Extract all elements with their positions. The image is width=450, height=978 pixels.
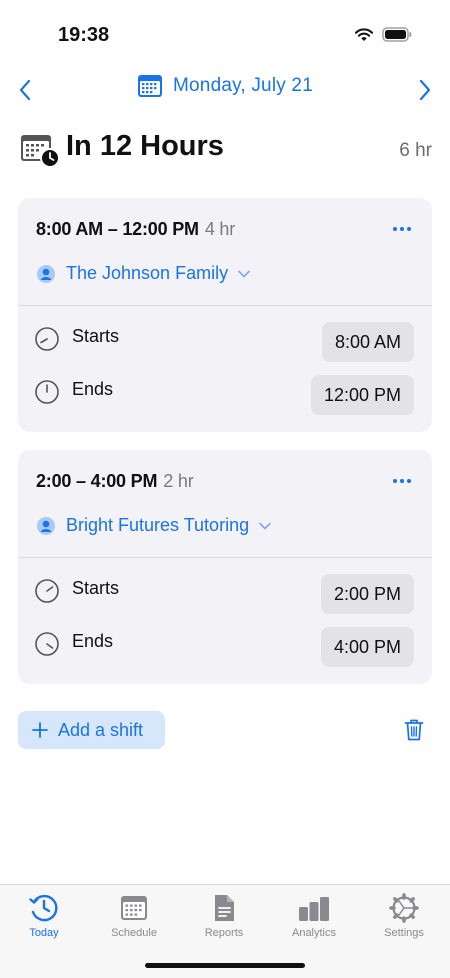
end-time-button[interactable]: 12:00 PM bbox=[310, 375, 414, 415]
more-dot bbox=[393, 479, 397, 483]
start-row: Starts 2:00 PM bbox=[18, 564, 432, 617]
summary-total-hours: 6 hr bbox=[399, 140, 432, 161]
clock-icon bbox=[35, 327, 59, 351]
bar-chart-icon bbox=[299, 897, 329, 921]
shift-card: 8:00 AM – 12:00 PM 4 hr The Johnson Famil… bbox=[18, 198, 432, 432]
more-options-button[interactable] bbox=[390, 220, 414, 238]
clock-icon bbox=[35, 380, 59, 404]
more-dot bbox=[400, 227, 404, 231]
start-time-button[interactable]: 8:00 AM bbox=[321, 322, 414, 362]
client-selector[interactable]: Bright Futures Tutoring bbox=[36, 515, 271, 536]
next-day-button[interactable] bbox=[413, 76, 437, 104]
shift-duration: 4 hr bbox=[204, 219, 236, 239]
date-picker-button[interactable]: Monday, July 21 bbox=[0, 74, 450, 98]
tab-label: Analytics bbox=[291, 927, 337, 939]
start-label: Starts bbox=[72, 326, 120, 346]
calendar-icon bbox=[121, 896, 147, 920]
chevron-down-icon bbox=[259, 522, 271, 529]
more-dot bbox=[393, 227, 397, 231]
more-dot bbox=[407, 227, 411, 231]
tab-reports[interactable]: Reports bbox=[184, 893, 264, 939]
home-indicator bbox=[145, 963, 305, 968]
shift-range: 2:00 – 4:00 PM 2 hr bbox=[36, 471, 194, 492]
end-time-button[interactable]: 4:00 PM bbox=[320, 627, 414, 667]
person-circle-icon bbox=[37, 264, 55, 283]
status-bar: 19:38 bbox=[0, 0, 450, 60]
more-dot bbox=[400, 479, 404, 483]
status-time: 19:38 bbox=[58, 24, 110, 46]
shift-time-range: 8:00 AM – 12:00 PM bbox=[36, 219, 199, 239]
clock-arrows-icon bbox=[29, 894, 58, 922]
client-name: The Johnson Family bbox=[66, 263, 229, 283]
tab-analytics[interactable]: Analytics bbox=[274, 893, 354, 939]
end-row: Ends 4:00 PM bbox=[18, 617, 432, 670]
tab-label: Settings bbox=[384, 927, 424, 939]
add-shift-label: Add a shift bbox=[58, 719, 144, 740]
date-navigation: Monday, July 21 bbox=[0, 70, 450, 110]
tab-label: Today bbox=[29, 927, 59, 939]
delete-button[interactable] bbox=[404, 718, 424, 747]
battery-icon bbox=[382, 27, 412, 42]
end-label: Ends bbox=[72, 379, 114, 399]
plus-icon bbox=[32, 722, 48, 738]
shift-card: 2:00 – 4:00 PM 2 hr Bright Futures Tutori… bbox=[18, 450, 432, 684]
clock-icon bbox=[35, 579, 59, 603]
trash-icon bbox=[404, 719, 424, 741]
tab-schedule[interactable]: Schedule bbox=[94, 893, 174, 939]
end-label: Ends bbox=[72, 631, 114, 651]
day-summary: In 12 Hours 6 hr bbox=[20, 128, 432, 172]
tab-settings[interactable]: Settings bbox=[364, 893, 444, 939]
end-row: Ends 12:00 PM bbox=[18, 365, 432, 418]
shift-range: 8:00 AM – 12:00 PM 4 hr bbox=[36, 219, 235, 240]
current-date: Monday, July 21 bbox=[173, 75, 313, 96]
person-circle-icon bbox=[37, 516, 55, 535]
shift-card-header: 8:00 AM – 12:00 PM 4 hr The Johnson Famil… bbox=[18, 198, 432, 306]
more-dot bbox=[407, 479, 411, 483]
wifi-icon bbox=[354, 28, 374, 41]
summary-title: In 12 Hours bbox=[66, 130, 224, 162]
status-icons bbox=[354, 27, 412, 42]
calendar-clock-icon bbox=[21, 135, 60, 168]
start-time-button[interactable]: 2:00 PM bbox=[320, 574, 414, 614]
more-options-button[interactable] bbox=[390, 472, 414, 490]
gear-icon bbox=[389, 893, 419, 923]
add-shift-button[interactable]: Add a shift bbox=[18, 711, 165, 749]
start-label: Starts bbox=[72, 578, 120, 598]
chevron-down-icon bbox=[238, 270, 250, 277]
clock-icon bbox=[35, 632, 59, 656]
shift-card-header: 2:00 – 4:00 PM 2 hr Bright Futures Tutori… bbox=[18, 450, 432, 558]
shift-duration: 2 hr bbox=[163, 471, 194, 491]
document-icon bbox=[215, 895, 234, 921]
calendar-icon bbox=[138, 75, 163, 97]
chevron-right-icon bbox=[419, 79, 431, 101]
tab-label: Reports bbox=[204, 927, 244, 939]
tab-label: Schedule bbox=[111, 927, 157, 939]
tab-today[interactable]: Today bbox=[4, 893, 84, 939]
client-name: Bright Futures Tutoring bbox=[66, 515, 250, 535]
start-row: Starts 8:00 AM bbox=[18, 312, 432, 365]
shift-time-range: 2:00 – 4:00 PM bbox=[36, 471, 158, 491]
client-selector[interactable]: The Johnson Family bbox=[36, 263, 250, 284]
